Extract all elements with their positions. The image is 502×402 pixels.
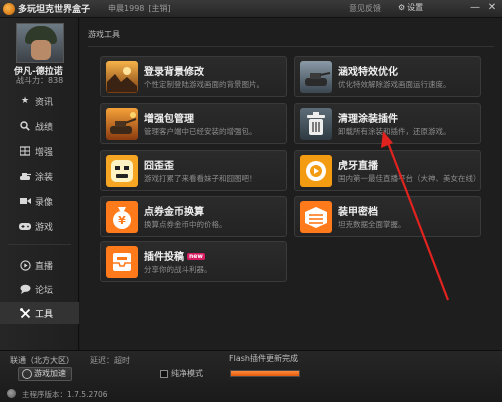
smiley-icon bbox=[106, 155, 138, 187]
sidebar-item-tools[interactable]: 工具 bbox=[0, 302, 79, 324]
tool-card-clean-skins[interactable]: 清理涂装插件 卸载所有涂装和插件，还原游戏。 bbox=[294, 103, 481, 144]
flash-update-status: Flash插件更新完成 bbox=[229, 354, 298, 363]
tool-card-plugin-submit[interactable]: 插件投稿 new 分享你的战斗利器。 bbox=[100, 241, 287, 282]
breadcrumb: 游戏工具 bbox=[88, 30, 120, 39]
pure-mode-label: 纯净模式 bbox=[171, 369, 203, 378]
app-logo-icon bbox=[3, 2, 15, 15]
sidebar-item-label: 资讯 bbox=[35, 97, 54, 108]
player-power: 战斗力：838 bbox=[16, 76, 64, 85]
sidebar-item-forum[interactable]: 论坛 bbox=[0, 278, 79, 300]
close-button[interactable]: ✕ bbox=[485, 2, 499, 15]
main-panel: 游戏工具 登录背景修改 个性定制登陆游戏画面的背景图片。 涵戏特效优化 优化特效… bbox=[80, 18, 502, 350]
search-icon bbox=[19, 120, 31, 132]
card-desc: 游戏打累了来看看妹子和囧图吧！ bbox=[144, 174, 257, 183]
sidebar-item-label: 直播 bbox=[35, 261, 54, 272]
feedback-link[interactable]: 意见反馈 bbox=[349, 3, 381, 14]
huya-icon bbox=[300, 155, 332, 187]
star-icon: ★ bbox=[20, 96, 30, 106]
pure-mode-checkbox[interactable] bbox=[160, 369, 168, 378]
status-indicator-icon bbox=[7, 389, 16, 398]
tool-card-login-bg[interactable]: 登录背景修改 个性定制登陆游戏画面的背景图片。 bbox=[100, 56, 287, 97]
tools-icon bbox=[19, 307, 31, 319]
card-desc: 分享你的战斗利器。 bbox=[144, 265, 212, 274]
tool-card-armor-archive[interactable]: 装甲密档 坦克数据全面掌握。 bbox=[294, 196, 481, 237]
tool-card-currency[interactable]: ¥ 点券金币换算 换算点券金币中的价格。 bbox=[100, 196, 287, 237]
app-version: 主程序版本：1.7.5.2706 bbox=[22, 390, 108, 399]
card-desc: 国内第一最佳直播平台（大神、美女在线） bbox=[338, 174, 480, 183]
status-bar: 联通（北方大区） 延迟：超时 游戏加速 纯净模式 Flash插件更新完成 主程序… bbox=[0, 350, 502, 402]
sidebar-item-games[interactable]: 游戏 bbox=[0, 215, 79, 237]
sidebar-item-live[interactable]: 直播 bbox=[0, 254, 79, 276]
card-title: 点券金币换算 bbox=[144, 207, 204, 218]
tool-card-huya-live[interactable]: 虎牙直播 国内第一最佳直播平台（大神、美女在线） bbox=[294, 150, 481, 191]
pure-mode-toggle[interactable]: 纯净模式 bbox=[160, 368, 203, 379]
tool-card-effects[interactable]: 涵戏特效优化 优化特效解除游戏画面运行速度。 bbox=[294, 56, 481, 97]
sidebar-item-records[interactable]: 战绩 bbox=[0, 115, 79, 137]
tool-card-jiong[interactable]: 囧歪歪 游戏打累了来看看妹子和囧图吧！ bbox=[100, 150, 287, 191]
sidebar-item-label: 增强 bbox=[35, 147, 54, 158]
flash-progress-bar bbox=[230, 370, 300, 377]
gear-icon: ⚙ bbox=[398, 3, 406, 12]
network-region: 联通（北方大区） bbox=[10, 356, 74, 365]
accelerate-icon bbox=[22, 369, 32, 379]
card-title: 清理涂装插件 bbox=[338, 114, 398, 125]
card-desc: 优化特效解除游戏画面运行速度。 bbox=[338, 80, 451, 89]
settings-label: 设置 bbox=[407, 3, 424, 12]
sidebar-item-news[interactable]: ★ 资讯 bbox=[0, 90, 79, 112]
avatar[interactable] bbox=[16, 23, 64, 63]
breadcrumb-divider bbox=[88, 46, 494, 47]
new-badge: new bbox=[187, 253, 205, 260]
sidebar-item-label: 游戏 bbox=[35, 222, 54, 233]
sidebar-item-label: 战绩 bbox=[35, 122, 54, 133]
sidebar-divider bbox=[8, 244, 71, 245]
gamepad-icon bbox=[19, 220, 31, 232]
sidebar: 伊凡-德拉诺 战斗力：838 ★ 资讯 战绩 增强 涂装 录像 游戏 直播 论坛… bbox=[0, 18, 79, 350]
sidebar-item-replays[interactable]: 录像 bbox=[0, 190, 79, 212]
title-bar: 多玩坦克世界盒子 申晨1998 [主销] bbox=[0, 0, 502, 18]
minimize-button[interactable]: — bbox=[468, 2, 482, 15]
game-accelerate-button[interactable]: 游戏加速 bbox=[18, 367, 72, 381]
tank-effect-icon bbox=[300, 61, 332, 93]
card-desc: 管理客户端中已经安装的增强包。 bbox=[144, 127, 257, 136]
card-title: 装甲密档 bbox=[338, 207, 378, 218]
settings-button[interactable]: ⚙ 设置 bbox=[398, 2, 423, 13]
video-icon bbox=[19, 195, 31, 207]
play-icon bbox=[19, 259, 31, 271]
app-title: 多玩坦克世界盒子 bbox=[18, 5, 91, 15]
sidebar-item-skins[interactable]: 涂装 bbox=[0, 165, 79, 187]
armor-box-icon bbox=[300, 201, 332, 233]
inbox-icon bbox=[106, 246, 138, 278]
svg-text:¥: ¥ bbox=[118, 214, 126, 227]
tank-icon bbox=[19, 170, 31, 182]
money-bag-icon: ¥ bbox=[106, 201, 138, 233]
sidebar-item-label: 涂装 bbox=[35, 172, 54, 183]
chat-icon bbox=[19, 283, 31, 295]
card-desc: 换算点券金币中的价格。 bbox=[144, 220, 227, 229]
tool-card-package-manager[interactable]: 增强包管理 管理客户端中已经安装的增强包。 bbox=[100, 103, 287, 144]
sidebar-item-label: 录像 bbox=[35, 197, 54, 208]
server-tag[interactable]: [主销] bbox=[148, 3, 170, 14]
server-name: 申晨1998 bbox=[108, 4, 145, 13]
flash-progress-fill bbox=[231, 371, 299, 376]
card-title: 登录背景修改 bbox=[144, 67, 204, 78]
sidebar-item-label: 论坛 bbox=[35, 285, 54, 296]
card-title: 虎牙直播 bbox=[338, 161, 378, 172]
card-desc: 卸载所有涂装和插件，还原游戏。 bbox=[338, 127, 451, 136]
latency-text: 延迟：超时 bbox=[90, 356, 130, 365]
card-desc: 坦克数据全面掌握。 bbox=[338, 220, 406, 229]
tank-battle-icon bbox=[106, 108, 138, 140]
landscape-icon bbox=[106, 61, 138, 93]
sidebar-item-enhance[interactable]: 增强 bbox=[0, 140, 79, 162]
grid-icon bbox=[19, 145, 31, 157]
card-desc: 个性定制登陆游戏画面的背景图片。 bbox=[144, 80, 264, 89]
accelerate-label: 游戏加速 bbox=[34, 369, 66, 378]
trash-icon bbox=[300, 108, 332, 140]
card-title: 涵戏特效优化 bbox=[338, 67, 398, 78]
sidebar-item-label: 工具 bbox=[35, 309, 54, 320]
card-title: 囧歪歪 bbox=[144, 161, 174, 172]
card-title: 插件投稿 new bbox=[144, 252, 205, 263]
card-title: 增强包管理 bbox=[144, 114, 194, 125]
